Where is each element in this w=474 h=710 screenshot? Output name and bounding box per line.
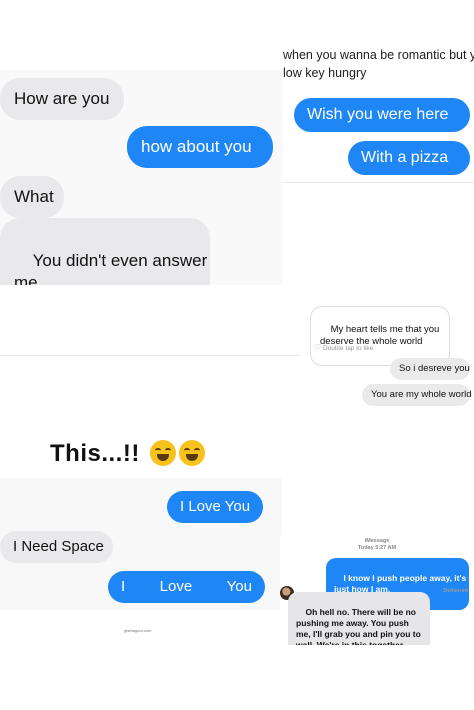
conversation-panel-5: iMessage Today 5:27 AM I know I push peo… — [280, 535, 474, 645]
sent-message-bubble: how about you — [127, 126, 273, 168]
delivered-status: Delivered — [443, 588, 468, 594]
sent-message-bubble: You are my whole world — [362, 384, 472, 406]
timestamp: Today 5:27 AM — [357, 545, 397, 551]
received-message-bubble: You didn't even answer me — [0, 218, 210, 285]
received-message-bubble: How are you — [0, 78, 124, 120]
message-text: You didn't even answer me — [14, 251, 208, 285]
message-word: I — [121, 578, 126, 595]
message-text: Wish you were here — [307, 106, 449, 123]
sent-message-bubble: So i desreve you — [390, 358, 470, 380]
watermark: gtsthagoor.com — [124, 628, 152, 633]
message-text: So i desreve you — [399, 363, 470, 374]
double-tap-hint[interactable]: ♡ Double tap to like — [314, 343, 373, 352]
laughing-emoji-icon — [179, 440, 205, 466]
meme-title: This...!! — [50, 440, 205, 468]
sent-message-bubble: I Love You — [167, 491, 263, 523]
divider — [0, 355, 300, 356]
message-text: how about you — [141, 137, 252, 156]
conversation-panel-4: I Love You I Need Space I Love You — [0, 478, 282, 610]
conversation-panel-3: My heart tells me that you deserve the w… — [306, 300, 474, 412]
laughing-emoji-icon — [150, 440, 176, 466]
heart-outline-icon[interactable]: ♡ — [314, 343, 321, 352]
service-label: iMessage — [364, 538, 390, 544]
sent-message-bubble: I Love You — [108, 571, 265, 603]
message-word: You — [226, 578, 252, 595]
conversation-panel-1: How are you how about you What You didn'… — [0, 70, 282, 285]
divider — [283, 182, 474, 183]
received-message-bubble: My heart tells me that you deserve the w… — [310, 306, 450, 366]
message-text: How are you — [14, 89, 110, 108]
message-text: I Need Space — [13, 538, 104, 555]
message-text: You are my whole world — [371, 389, 472, 400]
message-word: Love — [159, 578, 193, 595]
sent-message-bubble: With a pizza — [348, 141, 470, 175]
message-text: What — [14, 187, 54, 206]
received-message-bubble: Oh hell no. There will be no pushing me … — [288, 592, 430, 645]
received-message-bubble: What — [0, 176, 64, 218]
message-text: Oh hell no. There will be no pushing me … — [296, 607, 421, 645]
conversation-panel-2: when you wanna be romantic but you low k… — [283, 36, 474, 181]
sent-message-bubble: Wish you were here — [294, 98, 470, 132]
message-text: With a pizza — [361, 149, 449, 166]
message-text: I Love You — [180, 498, 251, 515]
hint-text: Double tap to like — [322, 345, 374, 352]
meme-caption: when you wanna be romantic but you low k… — [283, 48, 474, 80]
received-message-bubble: I Need Space — [0, 531, 113, 563]
title-text: This...!! — [50, 440, 140, 467]
